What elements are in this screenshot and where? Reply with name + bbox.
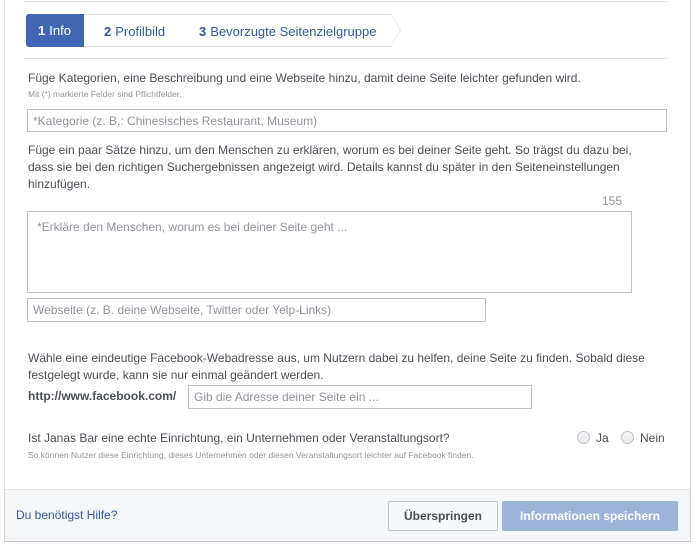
category-input[interactable] bbox=[27, 109, 667, 132]
step-label: Profilbild bbox=[115, 24, 166, 39]
step-number: 1 bbox=[38, 23, 46, 38]
step-chevron-inner bbox=[391, 15, 400, 45]
real-place-question: Ist Janas Bar eine echte Einrichtung, ei… bbox=[28, 431, 450, 445]
radio-no-label[interactable]: Nein bbox=[640, 431, 665, 445]
radio-yes[interactable] bbox=[577, 431, 590, 444]
facebook-address-input[interactable] bbox=[188, 385, 532, 409]
description-help-text: Füge ein paar Sätze hinzu, um den Mensch… bbox=[28, 143, 632, 191]
char-counter: 155 bbox=[602, 194, 623, 208]
facebook-address-help-text: Wähle eine eindeutige Facebook-Webadress… bbox=[28, 351, 645, 382]
website-input[interactable] bbox=[27, 298, 486, 322]
step-preferred-audience[interactable]: 3 Bevorzugte Seitenzielgruppe bbox=[176, 14, 401, 47]
required-fields-note: Mit (*) markierte Felder sind Pflichtfel… bbox=[28, 89, 182, 99]
skip-button[interactable]: Überspringen bbox=[388, 501, 498, 531]
step-number: 2 bbox=[104, 24, 112, 39]
facebook-url-prefix: http://www.facebook.com/ bbox=[28, 389, 177, 403]
top-divider bbox=[24, 1, 668, 2]
radio-yes-label[interactable]: Ja bbox=[596, 431, 609, 445]
step-profile-picture[interactable]: 2 Profilbild bbox=[84, 14, 186, 47]
radio-no[interactable] bbox=[621, 431, 634, 444]
step-label: Info bbox=[49, 23, 71, 38]
dialog-footer: Du benötigst Hilfe? Überspringen Informa… bbox=[5, 489, 690, 541]
step-label: Bevorzugte Seitenzielgruppe bbox=[210, 24, 377, 39]
real-place-hint: So können Nutzer diese Einrichtung, dies… bbox=[28, 450, 474, 460]
step-info[interactable]: 1 Info bbox=[26, 14, 94, 47]
help-link[interactable]: Du benötigst Hilfe? bbox=[16, 508, 117, 522]
intro-text: Füge Kategorien, eine Beschreibung und e… bbox=[28, 71, 581, 85]
header-divider bbox=[24, 58, 668, 59]
step-number: 3 bbox=[199, 24, 207, 39]
save-info-button[interactable]: Informationen speichern bbox=[502, 501, 678, 531]
description-textarea[interactable] bbox=[27, 211, 632, 293]
